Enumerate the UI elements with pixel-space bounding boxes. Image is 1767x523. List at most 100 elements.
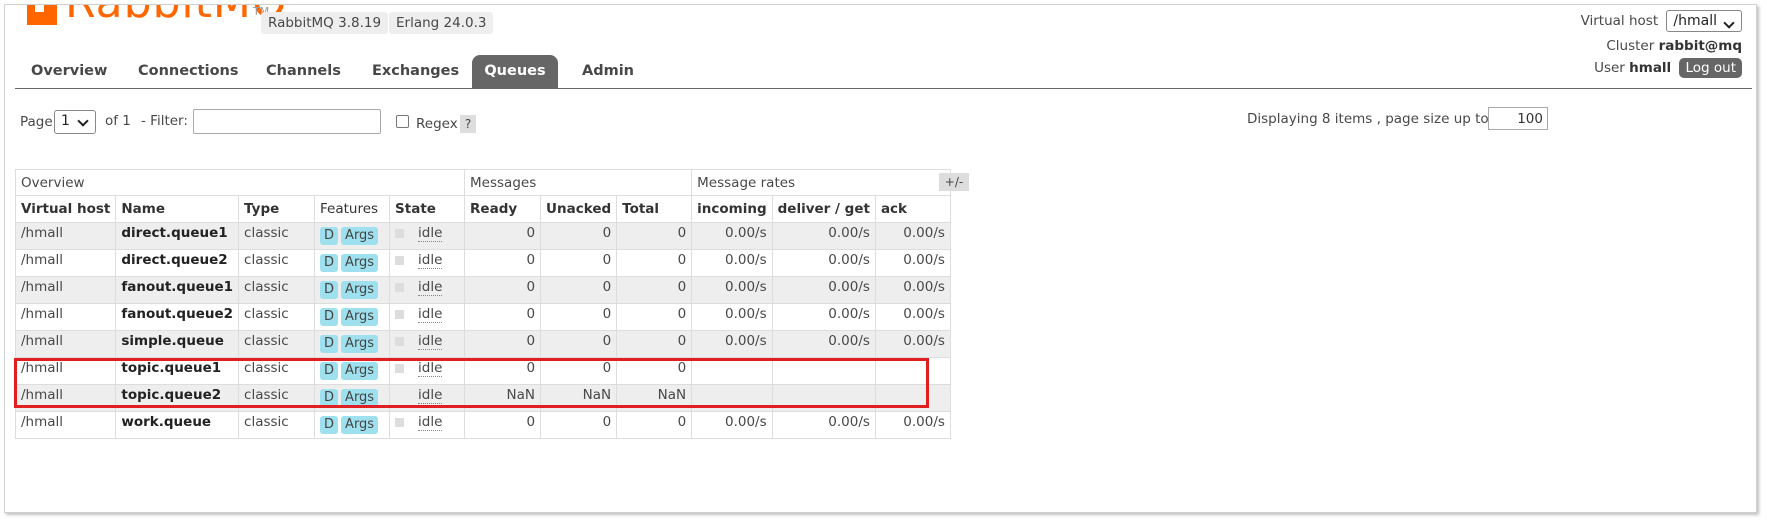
- queue-name-link[interactable]: direct.queue1: [115, 222, 240, 250]
- page-of-label: of 1: [105, 113, 131, 129]
- queue-name-link[interactable]: simple.queue: [115, 330, 240, 358]
- row-total: 0: [616, 276, 693, 304]
- row-ack: 0.00/s: [874, 330, 951, 358]
- col-state[interactable]: State: [389, 195, 466, 223]
- args-badge: Args: [341, 308, 379, 326]
- page-select[interactable]: 1: [54, 110, 96, 134]
- regex-checkbox[interactable]: [396, 115, 409, 128]
- queues-table: Overview Messages Message rates Virtual …: [14, 169, 951, 439]
- state-text: idle: [418, 387, 443, 404]
- row-incoming: [691, 384, 773, 412]
- row-total: 0: [616, 330, 693, 358]
- regex-help-button[interactable]: ?: [460, 115, 476, 133]
- col-total[interactable]: Total: [616, 195, 693, 223]
- group-header-message-rates: Message rates: [691, 169, 951, 196]
- user-name: hmall: [1629, 60, 1672, 76]
- erlang-version-badge: Erlang 24.0.3: [389, 12, 494, 34]
- queue-name-link[interactable]: topic.queue1: [115, 357, 240, 385]
- col-ready[interactable]: Ready: [464, 195, 542, 223]
- row-ready: 0: [464, 330, 542, 358]
- logo-mark-icon: [27, 5, 57, 25]
- row-ack: 0.00/s: [874, 276, 951, 304]
- row-ack: [874, 384, 951, 412]
- filter-input[interactable]: [193, 109, 381, 134]
- state-text: idle: [418, 279, 443, 296]
- args-badge: Args: [341, 389, 379, 407]
- row-unacked: 0: [540, 411, 618, 439]
- queue-name-link[interactable]: topic.queue2: [115, 384, 240, 412]
- row-incoming: 0.00/s: [691, 330, 773, 358]
- col-ack[interactable]: ack: [874, 195, 951, 223]
- table-row: /hmall direct.queue2 classic D Args idle 0 0 0 0.…: [14, 249, 951, 277]
- row-type: classic: [238, 303, 316, 331]
- col-virtual-host[interactable]: Virtual host: [14, 195, 117, 223]
- row-total: 0: [616, 249, 693, 277]
- row-features: D Args: [314, 303, 391, 331]
- row-deliver-get: 0.00/s: [771, 249, 876, 277]
- row-vhost: /hmall: [14, 411, 117, 439]
- state-indicator-icon: [395, 336, 405, 346]
- row-ack: 0.00/s: [874, 411, 951, 439]
- col-incoming[interactable]: incoming: [691, 195, 773, 223]
- tab-admin[interactable]: Admin: [566, 55, 650, 88]
- table-row: /hmall work.queue classic D Args idle 0 0 0 0.00/…: [14, 411, 951, 439]
- tab-channels[interactable]: Channels: [250, 55, 357, 88]
- user-row: User hmall Log out: [1594, 58, 1742, 78]
- row-ack: 0.00/s: [874, 303, 951, 331]
- table-row: /hmall simple.queue classic D Args idle 0 0 0 0.0…: [14, 330, 951, 358]
- row-unacked: NaN: [540, 384, 618, 412]
- args-badge: Args: [341, 254, 379, 272]
- row-vhost: /hmall: [14, 330, 117, 358]
- row-deliver-get: 0.00/s: [771, 411, 876, 439]
- queue-name-link[interactable]: fanout.queue1: [115, 276, 240, 304]
- row-incoming: 0.00/s: [691, 303, 773, 331]
- state-text: idle: [418, 414, 443, 431]
- virtual-host-select[interactable]: /hmall: [1666, 10, 1742, 32]
- state-text: idle: [418, 333, 443, 350]
- row-incoming: 0.00/s: [691, 276, 773, 304]
- group-header-messages: Messages: [464, 169, 693, 196]
- tab-queues[interactable]: Queues: [472, 55, 558, 88]
- row-type: classic: [238, 330, 316, 358]
- row-ready: 0: [464, 303, 542, 331]
- column-toggle-button[interactable]: +/-: [939, 173, 969, 191]
- page-label: Page: [20, 114, 53, 130]
- tab-exchanges[interactable]: Exchanges: [356, 55, 475, 88]
- row-type: classic: [238, 249, 316, 277]
- user-label: User: [1594, 60, 1625, 76]
- row-features: D Args: [314, 384, 391, 412]
- row-features: D Args: [314, 330, 391, 358]
- row-unacked: 0: [540, 303, 618, 331]
- row-features: D Args: [314, 357, 391, 385]
- col-type[interactable]: Type: [238, 195, 316, 223]
- row-vhost: /hmall: [14, 222, 117, 250]
- durable-badge: D: [320, 281, 339, 299]
- queue-name-link[interactable]: work.queue: [115, 411, 240, 439]
- queue-name-link[interactable]: fanout.queue2: [115, 303, 240, 331]
- row-incoming: [691, 357, 773, 385]
- col-unacked[interactable]: Unacked: [540, 195, 618, 223]
- display-count-text: Displaying 8 items , page size up to:: [1247, 111, 1494, 127]
- tab-connections[interactable]: Connections: [122, 55, 255, 88]
- row-vhost: /hmall: [14, 249, 117, 277]
- state-indicator-icon: [395, 228, 405, 238]
- row-state: idle: [389, 411, 466, 439]
- args-badge: Args: [341, 416, 379, 434]
- queue-name-link[interactable]: direct.queue2: [115, 249, 240, 277]
- row-incoming: 0.00/s: [691, 222, 773, 250]
- page-size-input[interactable]: 100: [1488, 107, 1548, 130]
- row-total: 0: [616, 222, 693, 250]
- state-indicator-icon: [395, 309, 405, 319]
- row-state: idle: [389, 330, 466, 358]
- row-state: idle: [389, 249, 466, 277]
- durable-badge: D: [320, 416, 339, 434]
- row-ready: 0: [464, 357, 542, 385]
- cluster-label: Cluster: [1606, 38, 1655, 54]
- col-name[interactable]: Name: [115, 195, 240, 223]
- tab-overview[interactable]: Overview: [15, 55, 123, 88]
- virtual-host-label: Virtual host: [1580, 13, 1659, 29]
- col-deliver-get[interactable]: deliver / get: [771, 195, 876, 223]
- logout-button[interactable]: Log out: [1679, 58, 1742, 78]
- row-type: classic: [238, 411, 316, 439]
- row-incoming: 0.00/s: [691, 411, 773, 439]
